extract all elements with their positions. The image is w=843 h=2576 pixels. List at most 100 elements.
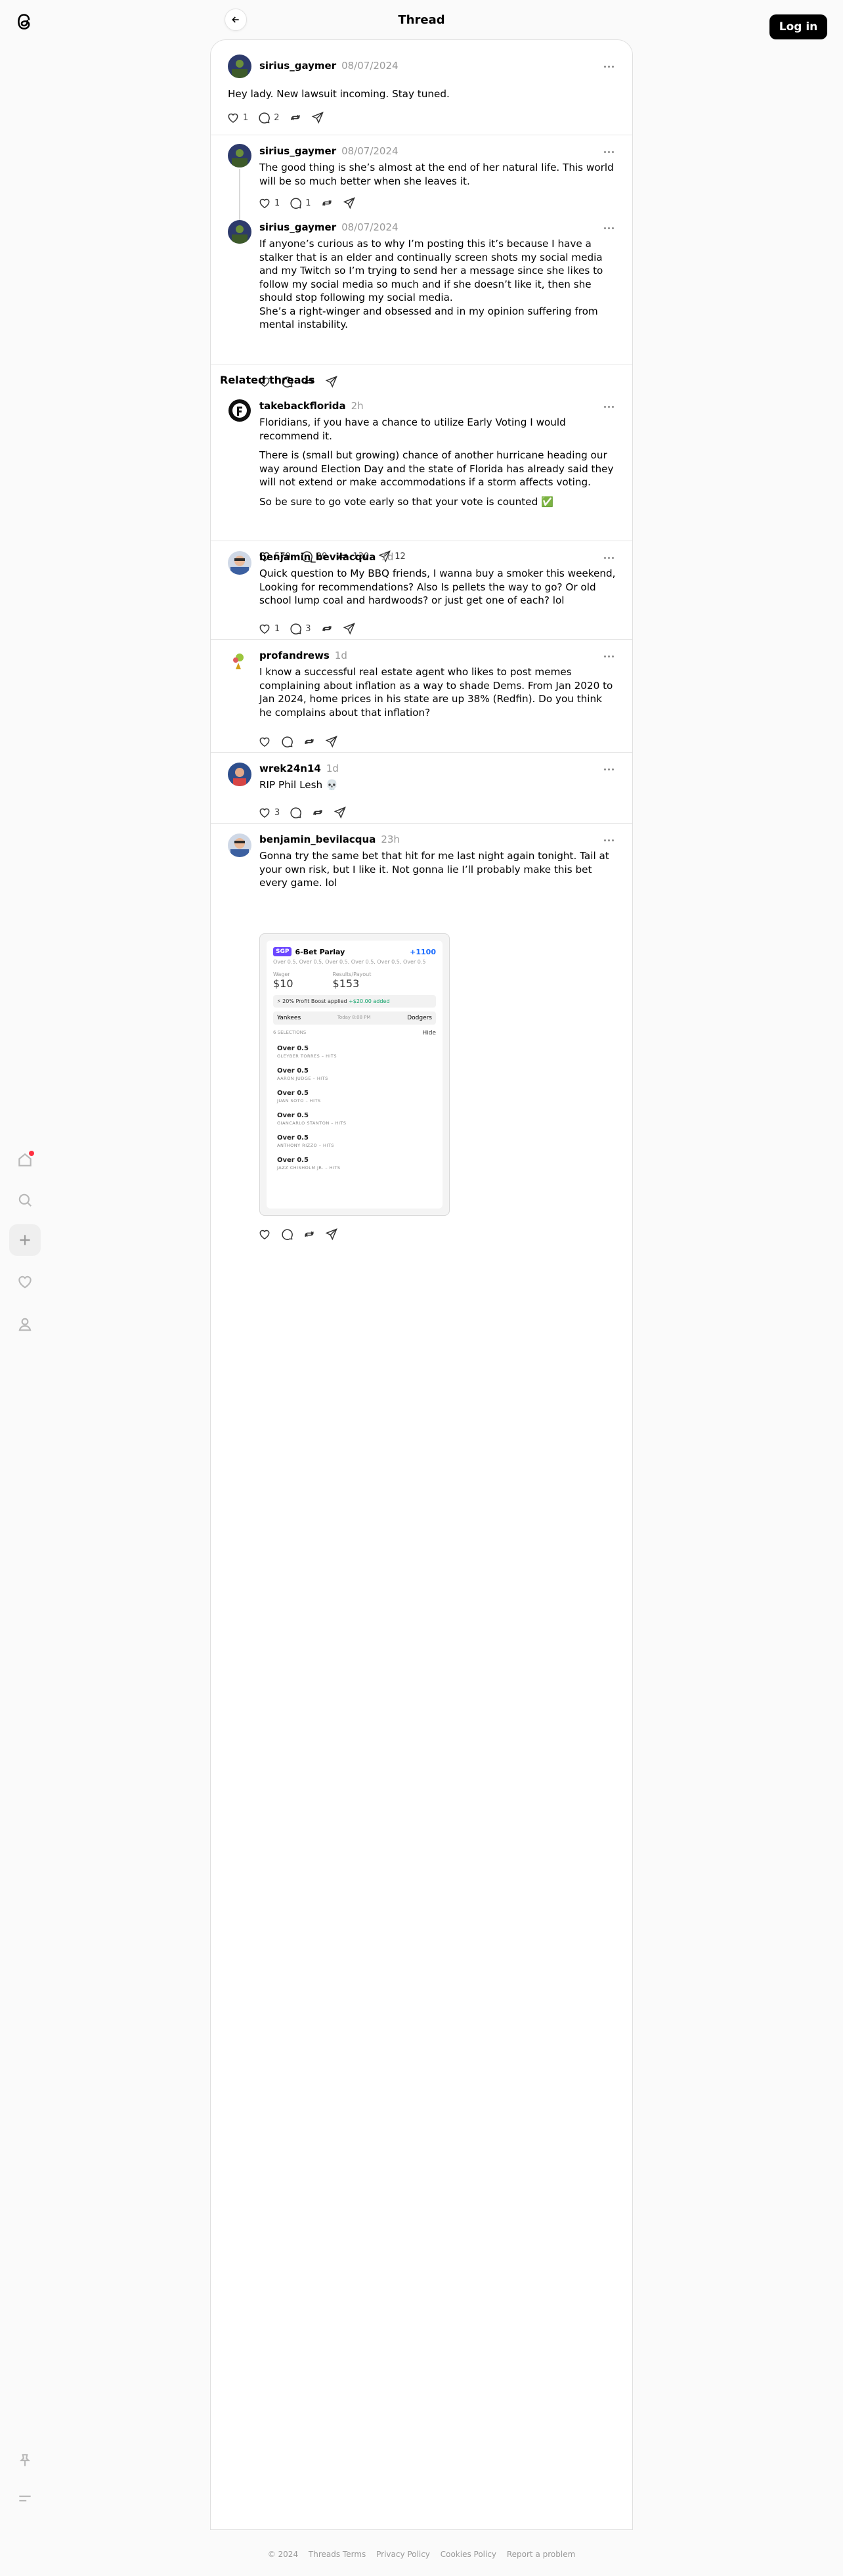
slip-leg: Over 0.5 GIANCARLO STANTON – HITS (273, 1112, 436, 1126)
left-rail (0, 0, 50, 2576)
avatar[interactable] (228, 55, 251, 78)
back-button[interactable] (225, 9, 247, 31)
plus-icon[interactable] (9, 1224, 41, 1256)
reply-count: 3 (305, 623, 311, 634)
post-time: 1d (334, 650, 347, 661)
repost-icon (320, 196, 334, 210)
share-button[interactable] (311, 111, 324, 124)
search-icon[interactable] (9, 1184, 41, 1216)
slip-leg: Over 0.5 JAZZ CHISHOLM JR. – HITS (273, 1157, 436, 1170)
post-text: Gonna try the same bet that hit for me l… (259, 850, 609, 889)
more-icon[interactable] (601, 60, 616, 73)
reply-button[interactable] (280, 735, 293, 748)
more-icon[interactable] (601, 551, 616, 564)
post-text: The good thing is she’s almost at the en… (259, 162, 614, 187)
repost-button[interactable] (320, 196, 334, 210)
wager-block: Wager $10 (273, 971, 293, 990)
share-icon (334, 806, 347, 819)
share-icon (311, 111, 324, 124)
reply-button[interactable]: 3 (289, 622, 311, 635)
footer-link-privacy[interactable]: Privacy Policy (376, 2550, 430, 2559)
repost-button[interactable] (311, 806, 324, 819)
avatar[interactable] (228, 399, 251, 422)
repost-button[interactable] (303, 1228, 316, 1241)
repost-button[interactable] (320, 622, 334, 635)
leg-title: Over 0.5 (277, 1112, 309, 1119)
boost-text: 20% Profit Boost applied (282, 998, 347, 1004)
share-icon (343, 622, 356, 635)
reply-count: 2 (274, 112, 280, 123)
more-icon[interactable] (601, 145, 616, 158)
username[interactable]: sirius_gaymer (259, 221, 336, 233)
avatar[interactable] (228, 144, 251, 167)
username[interactable]: sirius_gaymer (259, 145, 336, 157)
post-meta: sirius_gaymer 08/07/2024 (259, 221, 399, 234)
avatar[interactable] (228, 650, 251, 673)
share-button[interactable] (325, 375, 338, 388)
login-button[interactable]: Log in (769, 14, 827, 39)
slip-title-row: SGP 6-Bet Parlay (273, 947, 345, 956)
username[interactable]: benjamin_bevilacqua (259, 833, 376, 845)
like-button[interactable]: 1 (258, 622, 280, 635)
footer-link-terms[interactable]: Threads Terms (309, 2550, 366, 2559)
pin-icon[interactable] (9, 2445, 41, 2476)
avatar[interactable] (228, 551, 251, 575)
more-icon[interactable] (601, 650, 616, 663)
repost-button[interactable] (289, 111, 302, 124)
like-button[interactable]: 1 (227, 111, 248, 124)
footer-link-cookies[interactable]: Cookies Policy (441, 2550, 496, 2559)
threads-logo-icon[interactable] (12, 9, 37, 34)
repost-icon (320, 622, 334, 635)
share-button[interactable] (343, 622, 356, 635)
username[interactable]: wrek24n14 (259, 763, 321, 774)
comment-icon (289, 622, 302, 635)
footer-link-report[interactable]: Report a problem (507, 2550, 575, 2559)
leg-title: Over 0.5 (277, 1090, 309, 1097)
avatar[interactable] (228, 763, 251, 786)
post-time: 23h (381, 833, 400, 845)
post-text: I know a successful real estate agent wh… (259, 666, 613, 719)
post-text: Floridians, if you have a chance to util… (259, 416, 616, 514)
more-icon[interactable] (601, 400, 616, 413)
like-button[interactable]: 3 (258, 806, 280, 819)
like-button[interactable] (258, 735, 271, 748)
share-button[interactable] (334, 806, 347, 819)
reply-button[interactable]: 1 (289, 196, 311, 210)
share-button[interactable] (343, 196, 356, 210)
more-icon[interactable] (601, 833, 616, 847)
reply-button[interactable]: 2 (257, 111, 280, 124)
heart-icon[interactable] (9, 1266, 41, 1297)
more-icon[interactable] (601, 763, 616, 776)
username[interactable]: takebackflorida (259, 400, 346, 412)
post-actions (258, 1226, 347, 1242)
heart-icon (258, 196, 271, 210)
username[interactable]: benjamin_bevilacqua (259, 551, 376, 563)
leg-subtitle: JUAN SOTO – HITS (277, 1098, 321, 1103)
leg-subtitle: GLEYBER TORRES – HITS (277, 1054, 337, 1059)
slip-values: Wager $10 Results/Payout $153 (273, 971, 436, 990)
menu-icon[interactable] (9, 2483, 41, 2514)
share-icon (343, 196, 356, 210)
post-time: 1d (381, 551, 394, 563)
leg-subtitle: JAZZ CHISHOLM JR. – HITS (277, 1165, 341, 1170)
post-paragraph: If anyone’s curious as to why I’m postin… (259, 238, 603, 303)
reply-button[interactable] (289, 806, 302, 819)
related-threads-title: Related threads (220, 374, 315, 386)
like-button[interactable] (258, 1228, 271, 1241)
avatar[interactable] (228, 833, 251, 857)
post-meta: wrek24n14 1d (259, 763, 339, 776)
share-button[interactable] (325, 1228, 338, 1241)
avatar[interactable] (228, 220, 251, 244)
username[interactable]: profandrews (259, 650, 330, 661)
person-icon[interactable] (9, 1308, 41, 1340)
share-button[interactable] (325, 735, 338, 748)
home-icon[interactable] (9, 1144, 41, 1176)
slip-title: 6-Bet Parlay (295, 947, 345, 956)
bet-slip-image[interactable]: SGP 6-Bet Parlay +1100 Over 0.5, Over 0.5… (259, 933, 450, 1216)
more-icon[interactable] (601, 221, 616, 234)
username[interactable]: sirius_gaymer (259, 60, 336, 72)
thread-header: Thread (210, 0, 633, 39)
repost-button[interactable] (303, 735, 316, 748)
like-button[interactable]: 1 (258, 196, 280, 210)
reply-button[interactable] (280, 1228, 293, 1241)
